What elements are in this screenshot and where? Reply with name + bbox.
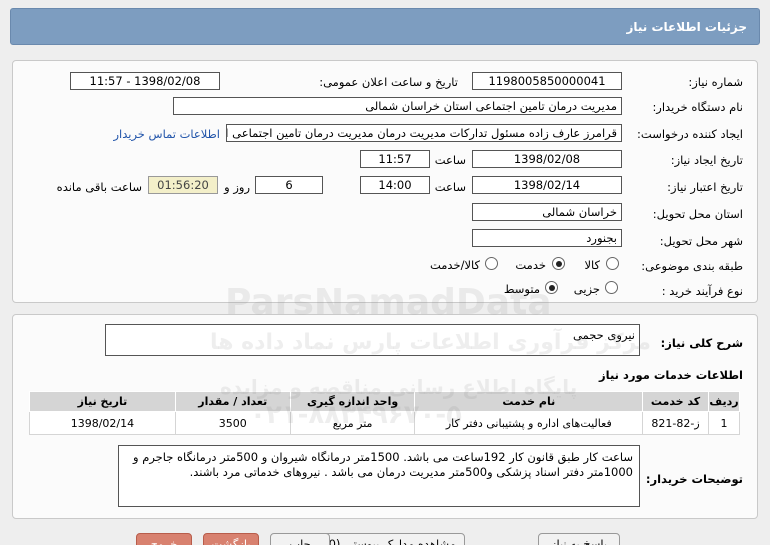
created-time-field[interactable]: 11:57 <box>360 150 430 168</box>
print-button[interactable]: چاپ <box>270 533 330 545</box>
col-unit: واحد اندازه گیری <box>289 391 416 412</box>
requester-label: ایجاد کننده درخواست: <box>637 127 743 141</box>
days-field[interactable]: 6 <box>255 176 323 194</box>
created-time-label: ساعت <box>434 153 466 167</box>
col-service-code: کد خدمت <box>642 391 710 412</box>
category-label: طبقه بندی موضوعی: <box>641 259 743 273</box>
col-service-name: نام خدمت <box>414 391 644 412</box>
page-header: جزئیات اطلاعات نیاز <box>10 8 760 45</box>
valid-time-label: ساعت <box>434 180 466 194</box>
col-quantity: تعداد / مقدار <box>174 391 291 412</box>
col-row: ردیف <box>708 391 740 412</box>
process-minor-radio[interactable] <box>605 281 618 294</box>
announce-label: تاریخ و ساعت اعلان عمومی: <box>319 75 458 89</box>
services-table: ردیف کد خدمت نام خدمت واحد اندازه گیری ت… <box>29 391 740 435</box>
view-documents-button[interactable]: مشاهده مدارک پیوستی (0) <box>315 533 465 545</box>
days-label: روز و <box>224 180 250 194</box>
created-date-label: تاریخ ایجاد نیاز: <box>670 153 743 167</box>
process-medium-radio[interactable] <box>545 281 558 294</box>
summary-label: شرح کلی نیاز: <box>660 336 743 350</box>
cell-need-date: 1398/02/14 <box>29 411 176 435</box>
cell-quantity: 3500 <box>174 411 291 435</box>
category-service-radio[interactable] <box>552 257 565 270</box>
exit-button[interactable]: خروج <box>136 533 192 545</box>
valid-date-label: تاریخ اعتبار نیاز: <box>667 180 743 194</box>
process-label: نوع فرآیند خرید : <box>661 284 743 298</box>
contact-buyer-link[interactable]: اطلاعات تماس خریدار <box>113 127 220 141</box>
cell-service-code: ز-82-821 <box>642 411 710 435</box>
services-header-row: ردیف کد خدمت نام خدمت واحد اندازه گیری ت… <box>29 391 740 412</box>
summary-field[interactable]: نیروی حجمی <box>105 324 640 356</box>
buyer-org-field[interactable]: مدیریت درمان تامین اجتماعی استان خراسان … <box>173 97 622 115</box>
cell-service-name: فعالیت‌های اداره و پشتیبانی دفتر کار <box>414 411 644 435</box>
reply-button[interactable]: پاسخ به نیاز <box>538 533 620 545</box>
notes-field[interactable]: ساعت کار طبق قانون کار 192ساعت می باشد. … <box>118 445 640 507</box>
city-field[interactable]: بجنورد <box>472 229 622 247</box>
process-minor-label: جزیی <box>573 282 600 296</box>
col-need-date: تاریخ نیاز <box>29 391 176 412</box>
requester-field[interactable]: قرامرز عارف زاده مسئول تدارکات مدیریت در… <box>226 124 622 142</box>
cell-unit: متر مربع <box>289 411 416 435</box>
back-button[interactable]: بازگشت <box>203 533 259 545</box>
category-goods-service-label: کالا/خدمت <box>429 258 480 272</box>
province-label: استان محل تحویل: <box>652 207 743 221</box>
buyer-org-label: نام دستگاه خریدار: <box>652 100 743 114</box>
notes-label: توضیحات خریدار: <box>645 472 743 486</box>
page-title: جزئیات اطلاعات نیاز <box>626 20 747 34</box>
province-field[interactable]: خراسان شمالی <box>472 203 622 221</box>
valid-date-field[interactable]: 1398/02/14 <box>472 176 622 194</box>
category-goods-radio[interactable] <box>606 257 619 270</box>
services-title: اطلاعات خدمات مورد نیاز <box>599 368 743 382</box>
category-goods-service-radio[interactable] <box>485 257 498 270</box>
created-date-field[interactable]: 1398/02/08 <box>472 150 622 168</box>
cell-row: 1 <box>708 411 740 435</box>
need-number-field[interactable]: 1198005850000041 <box>472 72 622 90</box>
table-row[interactable]: 1 ز-82-821 فعالیت‌های اداره و پشتیبانی د… <box>29 411 740 435</box>
category-service-label: خدمت <box>515 258 546 272</box>
city-label: شهر محل تحویل: <box>659 234 743 248</box>
remaining-label: ساعت باقی مانده <box>56 180 142 194</box>
remaining-time-field: 01:56:20 <box>148 176 218 194</box>
valid-time-field[interactable]: 14:00 <box>360 176 430 194</box>
announce-field[interactable]: 1398/02/08 - 11:57 <box>70 72 220 90</box>
category-goods-label: کالا <box>584 258 600 272</box>
process-medium-label: متوسط <box>503 282 540 296</box>
need-number-label: شماره نیاز: <box>688 75 743 89</box>
